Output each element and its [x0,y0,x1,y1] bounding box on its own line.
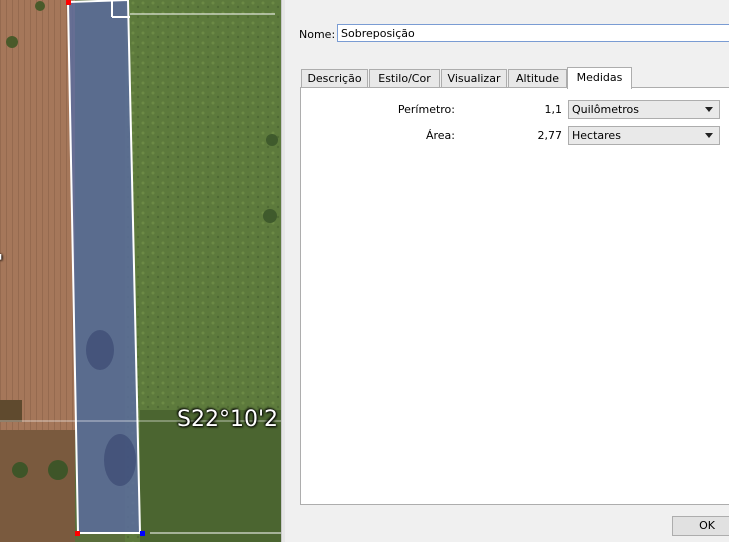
map-view[interactable]: S22°10'2 " [0,0,281,542]
area-label: Área: [425,129,455,142]
tab-altitude[interactable]: Altitude [508,69,567,88]
properties-dialog: Nome: Sobreposição Descrição Estilo/Cor … [285,0,729,542]
tab-medidas[interactable]: Medidas [567,67,632,89]
satellite-imagery [0,0,281,542]
chevron-down-icon [705,133,713,138]
tab-descricao[interactable]: Descrição [301,69,368,88]
perimeter-unit-select[interactable]: Quilômetros [568,100,720,119]
name-label: Nome: [299,28,336,41]
medidas-panel: Perímetro: 1,1 Quilômetros Área: 2,77 He… [300,87,729,505]
ok-button[interactable]: OK [672,516,729,536]
perimeter-label: Perímetro: [397,103,455,116]
area-unit-value: Hectares [572,129,621,142]
perimeter-value: 1,1 [544,103,563,116]
tab-estilo-cor[interactable]: Estilo/Cor [369,69,440,88]
area-unit-select[interactable]: Hectares [568,126,720,145]
name-field[interactable]: Sobreposição [337,24,729,42]
latitude-label: S22°10'2 [177,407,278,432]
chevron-down-icon [705,107,713,112]
longitude-label-fragment: " [0,250,3,274]
area-value: 2,77 [537,129,563,142]
perimeter-unit-value: Quilômetros [572,103,640,116]
tab-visualizar[interactable]: Visualizar [441,69,507,88]
